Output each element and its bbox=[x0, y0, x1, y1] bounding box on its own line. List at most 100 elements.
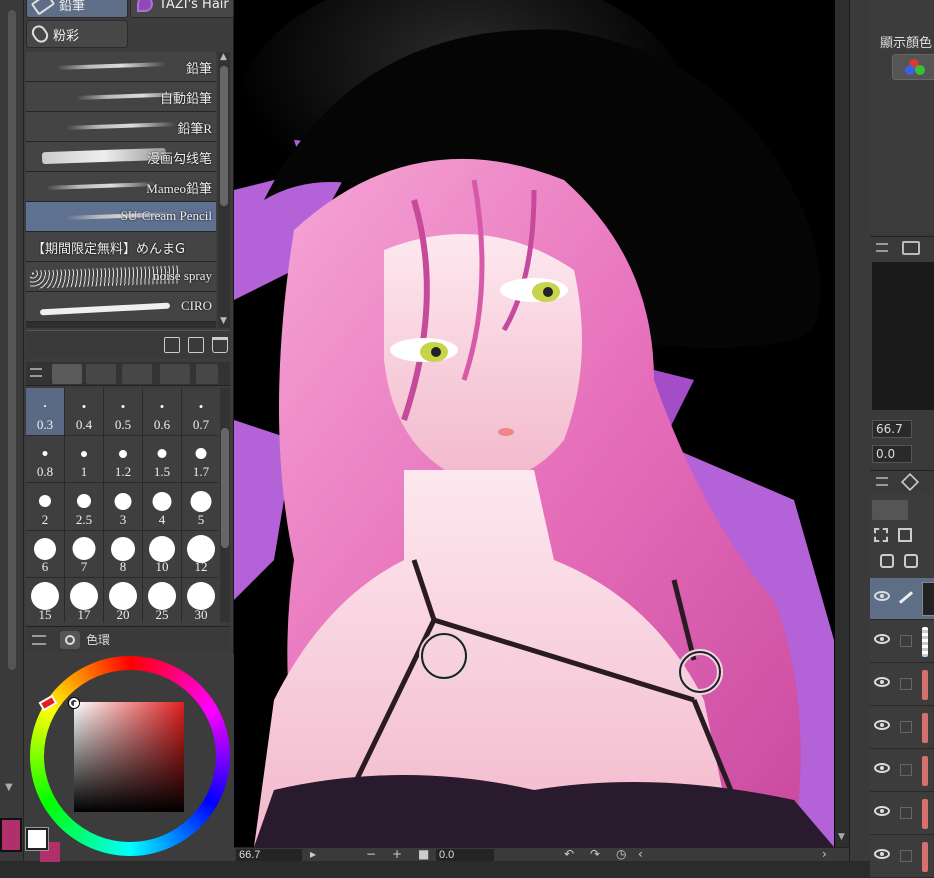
zoom-input[interactable]: 66.7 bbox=[236, 849, 302, 861]
tab-pastel[interactable]: 粉彩 bbox=[26, 20, 128, 48]
layer-lock-checkbox[interactable] bbox=[900, 635, 912, 647]
brush-size-option[interactable]: 0.7 bbox=[182, 388, 220, 435]
layer-row[interactable] bbox=[870, 621, 934, 663]
layer-row[interactable] bbox=[870, 707, 934, 749]
main-color-swatch[interactable] bbox=[0, 818, 22, 852]
brush-item[interactable]: 【期間限定無料】めんまG bbox=[26, 232, 216, 262]
brush-size-option[interactable]: 7 bbox=[65, 530, 103, 577]
tab-brush-size[interactable] bbox=[52, 364, 82, 384]
brush-item[interactable]: Mameo鉛筆 bbox=[26, 172, 216, 202]
zoom-out-icon[interactable]: − bbox=[366, 847, 376, 861]
color-wheel-tab[interactable] bbox=[60, 630, 80, 649]
brush-size-option[interactable]: 30 bbox=[182, 578, 220, 625]
brush-size-option[interactable]: 20 bbox=[104, 578, 142, 625]
layers-icon[interactable] bbox=[900, 472, 920, 492]
new-layer-icon[interactable] bbox=[880, 554, 894, 568]
menu-icon[interactable] bbox=[30, 368, 42, 377]
scroll-left-icon[interactable]: ▸ bbox=[310, 847, 316, 861]
brush-size-option[interactable]: 10 bbox=[143, 530, 181, 577]
saturation-value-square[interactable] bbox=[74, 702, 184, 812]
tab-tazi-hair[interactable]: TAZI's Hair bbox=[130, 0, 234, 18]
brush-item[interactable]: 自動鉛筆 bbox=[26, 82, 216, 112]
eye-icon[interactable] bbox=[874, 849, 890, 859]
menu-icon[interactable] bbox=[876, 477, 888, 486]
eye-icon[interactable] bbox=[874, 634, 890, 644]
scrollbar-thumb[interactable] bbox=[221, 428, 229, 548]
layer-row[interactable] bbox=[870, 750, 934, 792]
tab-tool-settings[interactable] bbox=[86, 364, 116, 384]
layer-lock-checkbox[interactable] bbox=[900, 678, 912, 690]
navigator-angle-field[interactable]: 0.0 bbox=[872, 445, 912, 463]
brush-size-option[interactable]: 12 bbox=[182, 530, 220, 577]
tool-strip-scrollbar[interactable] bbox=[8, 10, 16, 670]
chevron-down-icon[interactable]: ▼ bbox=[838, 832, 845, 842]
eye-icon[interactable] bbox=[874, 677, 890, 687]
eye-icon[interactable] bbox=[874, 591, 890, 601]
brush-size-option[interactable]: 0.5 bbox=[104, 388, 142, 435]
chevron-down-icon[interactable]: ▼ bbox=[220, 316, 227, 326]
reference-icon[interactable] bbox=[898, 528, 912, 542]
tab-layer-property[interactable] bbox=[160, 364, 190, 384]
brush-size-option[interactable]: 1.7 bbox=[182, 435, 220, 482]
scroll-right-icon[interactable]: › bbox=[822, 847, 827, 861]
eye-icon[interactable] bbox=[874, 720, 890, 730]
navigator-preview[interactable] bbox=[872, 262, 934, 410]
brush-size-option[interactable]: 4 bbox=[143, 483, 181, 530]
brush-size-scrollbar[interactable] bbox=[220, 388, 230, 622]
layer-lock-checkbox[interactable] bbox=[900, 807, 912, 819]
scroll-left-icon[interactable]: ‹ bbox=[638, 847, 643, 861]
menu-icon[interactable] bbox=[32, 634, 46, 645]
brush-size-option[interactable]: 15 bbox=[26, 578, 64, 625]
brush-size-option[interactable]: 0.6 bbox=[143, 388, 181, 435]
tab-more[interactable] bbox=[196, 364, 218, 384]
brush-size-option[interactable]: 5 bbox=[182, 483, 220, 530]
brush-item[interactable]: noise spray bbox=[26, 262, 216, 292]
navigator-tab-icon[interactable] bbox=[902, 241, 920, 255]
layer-lock-checkbox[interactable] bbox=[900, 764, 912, 776]
angle-input[interactable]: 0.0 bbox=[436, 849, 494, 861]
chevron-up-icon[interactable]: ▲ bbox=[220, 52, 227, 62]
chevron-down-icon[interactable]: ▼ bbox=[5, 782, 13, 793]
reset-rotation-icon[interactable]: ◷ bbox=[616, 847, 626, 861]
brush-size-option[interactable]: 1.5 bbox=[143, 435, 181, 482]
rotate-right-icon[interactable]: ↷ bbox=[590, 847, 600, 861]
brush-item[interactable]: 鉛筆R bbox=[26, 112, 216, 142]
brush-item[interactable]: 鉛筆 bbox=[26, 52, 216, 82]
layer-lock-checkbox[interactable] bbox=[900, 721, 912, 733]
trash-icon[interactable] bbox=[212, 337, 228, 353]
brush-size-option[interactable]: 6 bbox=[26, 530, 64, 577]
menu-icon[interactable] bbox=[876, 243, 888, 252]
blend-mode-select[interactable] bbox=[872, 500, 908, 520]
scrollbar-thumb[interactable] bbox=[220, 66, 228, 206]
brush-size-option[interactable]: 0.3 bbox=[26, 388, 64, 435]
new-vector-layer-icon[interactable] bbox=[904, 554, 918, 568]
layer-lock-checkbox[interactable] bbox=[900, 850, 912, 862]
transparent-color-swatch[interactable] bbox=[25, 827, 49, 851]
brush-size-option[interactable]: 1.2 bbox=[104, 435, 142, 482]
fit-screen-icon[interactable]: ■ bbox=[418, 847, 429, 861]
sv-picker-marker[interactable] bbox=[69, 698, 79, 708]
zoom-in-icon[interactable]: + bbox=[392, 847, 402, 861]
eye-icon[interactable] bbox=[874, 763, 890, 773]
layer-row[interactable] bbox=[870, 836, 934, 878]
layer-row[interactable] bbox=[870, 578, 934, 620]
navigator-zoom-field[interactable]: 66.7 bbox=[872, 420, 912, 438]
drawing-canvas[interactable] bbox=[234, 0, 835, 847]
brush-size-option[interactable]: 25 bbox=[143, 578, 181, 625]
brush-item[interactable]: CIRO bbox=[26, 292, 216, 322]
brush-size-option[interactable]: 2 bbox=[26, 483, 64, 530]
tab-material[interactable] bbox=[122, 364, 152, 384]
brush-size-option[interactable]: 17 bbox=[65, 578, 103, 625]
rotate-left-icon[interactable]: ↶ bbox=[564, 847, 574, 861]
tab-pencil[interactable]: 鉛筆 bbox=[26, 0, 128, 18]
canvas-vertical-scrollbar[interactable]: ▼ bbox=[835, 0, 849, 847]
brush-size-option[interactable]: 0.4 bbox=[65, 388, 103, 435]
brush-size-option[interactable]: 8 bbox=[104, 530, 142, 577]
display-color-button[interactable] bbox=[892, 54, 934, 80]
brush-item-selected[interactable]: SU-Cream Pencil bbox=[26, 202, 216, 232]
brush-size-option[interactable]: 1 bbox=[65, 435, 103, 482]
eye-icon[interactable] bbox=[874, 806, 890, 816]
selection-icon[interactable] bbox=[874, 528, 888, 542]
duplicate-icon[interactable] bbox=[188, 337, 204, 353]
layer-row[interactable] bbox=[870, 664, 934, 706]
